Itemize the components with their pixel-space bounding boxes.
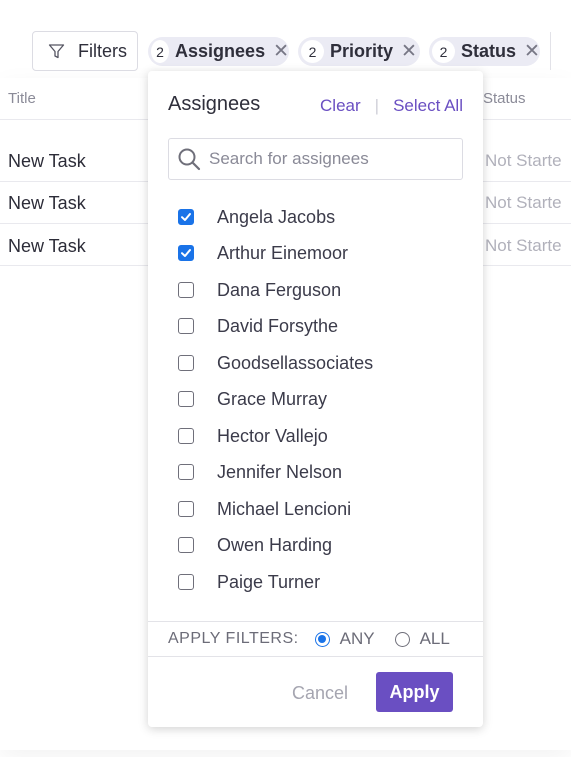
task-status-cell[interactable]: Not Starte	[485, 236, 562, 256]
check-icon	[181, 213, 191, 221]
assignee-name: David Forsythe	[217, 315, 339, 336]
chip-label: Assignees	[175, 41, 266, 61]
assignee-name: Grace Murray	[217, 388, 328, 409]
link-separator: |	[374, 96, 380, 115]
assignee-option[interactable]: David Forsythe	[178, 314, 338, 338]
apply-filters-label: APPLY FILTERS:	[168, 630, 299, 647]
check-icon	[181, 249, 191, 257]
filter-chip-priority[interactable]: 2 Priority ✕	[298, 37, 420, 66]
search-box[interactable]	[168, 138, 463, 180]
filter-icon	[48, 43, 65, 58]
cancel-button[interactable]: Cancel	[292, 683, 348, 704]
radio-all-label[interactable]: ALL	[420, 629, 450, 649]
chip-count: 2	[432, 40, 455, 63]
task-title-cell[interactable]: New Task	[8, 193, 86, 214]
close-icon[interactable]: ✕	[401, 42, 417, 61]
checkbox[interactable]	[178, 464, 194, 480]
clear-link[interactable]: Clear	[320, 96, 361, 116]
chip-count: 2	[301, 40, 324, 63]
checkbox-checked[interactable]	[178, 245, 194, 261]
assignee-option[interactable]: Angela Jacobs	[178, 205, 335, 229]
checkbox[interactable]	[178, 537, 194, 553]
assignee-option[interactable]: Hector Vallejo	[178, 424, 328, 448]
assignee-option[interactable]: Jennifer Nelson	[178, 460, 342, 484]
assignee-name: Owen Harding	[217, 534, 333, 555]
assignees-filter-panel: Assignees Clear | Select All Angela Jaco…	[148, 71, 483, 727]
close-icon[interactable]: ✕	[524, 42, 540, 61]
assignee-option[interactable]: Goodsellassociates	[178, 351, 373, 375]
assignee-name: Hector Vallejo	[217, 425, 328, 446]
select-all-link[interactable]: Select All	[393, 96, 463, 116]
task-status-cell[interactable]: Not Starte	[485, 151, 562, 171]
column-header-status[interactable]: Status	[483, 90, 526, 107]
chip-label: Priority	[330, 41, 394, 61]
checkbox[interactable]	[178, 355, 194, 371]
close-icon[interactable]: ✕	[273, 42, 289, 61]
assignee-option[interactable]: Grace Murray	[178, 387, 327, 411]
task-title-cell[interactable]: New Task	[8, 151, 86, 172]
assignee-option[interactable]: Paige Turner	[178, 570, 320, 594]
radio-any-label[interactable]: ANY	[340, 629, 375, 649]
panel-title: Assignees	[168, 93, 261, 115]
checkbox[interactable]	[178, 391, 194, 407]
filter-chip-status[interactable]: 2 Status ✕	[429, 37, 540, 66]
assignee-name: Michael Lencioni	[217, 498, 352, 519]
assignee-option[interactable]: Arthur Einemoor	[178, 241, 348, 265]
filters-label: Filters	[78, 40, 127, 61]
assignee-name: Angela Jacobs	[217, 206, 336, 227]
apply-filters-row: APPLY FILTERS: ANY ALL	[148, 621, 483, 657]
checkbox[interactable]	[178, 428, 194, 444]
assignee-option[interactable]: Dana Ferguson	[178, 278, 341, 302]
checkbox[interactable]	[178, 282, 194, 298]
assignee-name: Goodsellassociates	[217, 352, 374, 373]
assignee-option[interactable]: Michael Lencioni	[178, 497, 351, 521]
assignee-name: Arthur Einemoor	[217, 242, 349, 263]
radio-any[interactable]	[314, 631, 330, 647]
assignee-name: Paige Turner	[217, 571, 321, 592]
task-title-cell[interactable]: New Task	[8, 236, 86, 257]
apply-button[interactable]: Apply	[376, 672, 453, 712]
checkbox[interactable]	[178, 318, 194, 334]
checkbox[interactable]	[178, 574, 194, 590]
chip-count: 2	[151, 40, 170, 63]
filters-button[interactable]: Filters	[32, 31, 138, 71]
assignee-name: Dana Ferguson	[217, 279, 342, 300]
assignee-option[interactable]: Owen Harding	[178, 533, 332, 557]
radio-all[interactable]	[394, 631, 410, 647]
panel-actions: Clear | Select All	[320, 96, 463, 116]
search-icon	[178, 148, 201, 171]
task-status-cell[interactable]: Not Starte	[485, 193, 562, 213]
divider	[550, 32, 551, 70]
checkbox-checked[interactable]	[178, 209, 194, 225]
search-input[interactable]	[209, 149, 459, 169]
column-header-title[interactable]: Title	[8, 90, 36, 107]
filter-chip-assignees[interactable]: 2 Assignees ✕	[148, 37, 289, 66]
assignee-name: Jennifer Nelson	[217, 461, 343, 482]
chip-label: Status	[461, 41, 517, 61]
checkbox[interactable]	[178, 501, 194, 517]
